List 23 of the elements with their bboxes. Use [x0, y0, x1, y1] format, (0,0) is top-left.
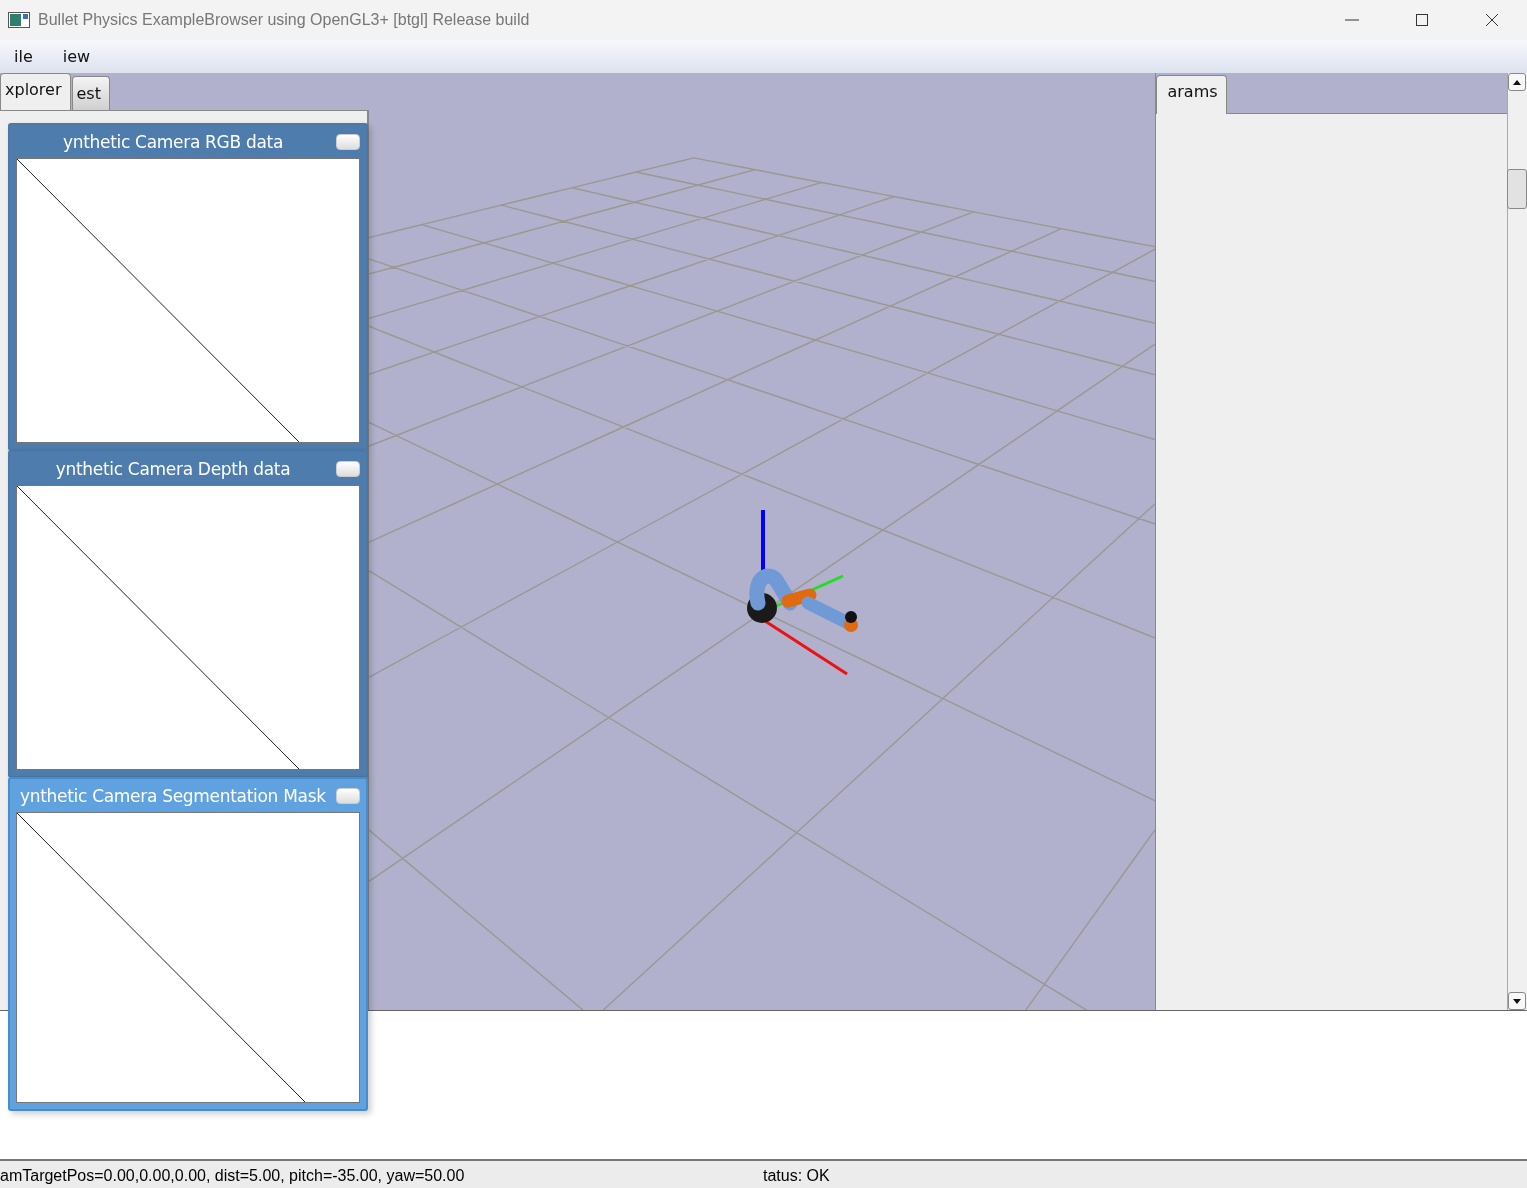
down-arrow-icon	[1513, 998, 1522, 1004]
window-title: ynthetic Camera Depth data	[54, 458, 292, 479]
tab[interactable]: est	[71, 76, 110, 110]
window-title: ynthetic Camera Segmentation Mask	[19, 785, 327, 806]
camera-info: amTargetPos=0.00,0.00,0.00, dist=5.00, pitch=-35.00, yaw=50.00	[0, 1166, 466, 1185]
minimize-button[interactable]	[336, 460, 360, 477]
tab[interactable]: arams	[1156, 75, 1227, 114]
menu-item[interactable]: iew	[62, 47, 91, 66]
scrollbar-thumb[interactable]	[1507, 169, 1527, 209]
window-title: Bullet Physics ExampleBrowser using OpenGL3+ [btgl] Release build	[38, 11, 531, 29]
minimize-icon	[1345, 19, 1359, 21]
maximize-icon	[1414, 12, 1430, 28]
status-text: tatus: OK	[763, 1166, 830, 1185]
app-icon	[8, 12, 30, 28]
menu-item[interactable]: ile	[14, 47, 33, 66]
up-arrow-icon	[1513, 79, 1522, 85]
window-title: ynthetic Camera RGB data	[61, 131, 285, 152]
close-icon	[1484, 12, 1500, 28]
scroll-up-button[interactable]	[1508, 73, 1527, 91]
scroll-down-button[interactable]	[1508, 992, 1527, 1010]
minimize-button[interactable]	[336, 787, 360, 804]
minimize-button[interactable]	[336, 133, 360, 150]
tab[interactable]: xplorer	[0, 73, 71, 110]
